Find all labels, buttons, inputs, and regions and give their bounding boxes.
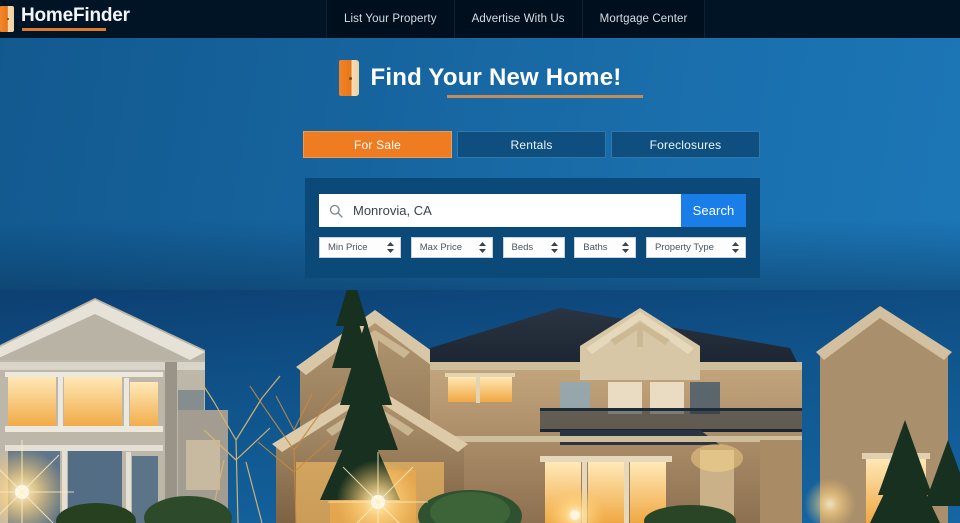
- min-price-label: Min Price: [328, 242, 368, 253]
- nav-item-mortgage-center[interactable]: Mortgage Center: [583, 0, 706, 38]
- baths-dropdown[interactable]: Baths: [574, 237, 637, 258]
- search-input[interactable]: [349, 194, 681, 227]
- logo-underline: [22, 28, 106, 31]
- filter-row: Min Price Max Price Beds Baths Property …: [319, 237, 746, 258]
- property-type-dropdown[interactable]: Property Type: [646, 237, 746, 258]
- page-root: HomeFinder List Your Property Advertise …: [0, 0, 960, 523]
- door-icon: [0, 6, 14, 32]
- logo-text-block: HomeFinder: [21, 6, 130, 32]
- beds-dropdown[interactable]: Beds: [502, 237, 565, 258]
- page-title: Find Your New Home!: [370, 64, 622, 91]
- chevron-updown-icon: [550, 242, 558, 253]
- tab-foreclosures[interactable]: Foreclosures: [611, 131, 760, 158]
- chevron-updown-icon: [387, 242, 394, 253]
- door-icon: [338, 60, 359, 96]
- property-type-label: Property Type: [655, 242, 714, 253]
- beds-label: Beds: [511, 242, 534, 253]
- chevron-updown-icon: [478, 242, 486, 253]
- max-price-dropdown[interactable]: Max Price: [410, 237, 493, 258]
- search-panel: Search Min Price Max Price Beds: [305, 178, 760, 278]
- hero-headline-row: Find Your New Home!: [0, 60, 960, 96]
- top-navigation-bar: HomeFinder List Your Property Advertise …: [0, 0, 960, 38]
- search-bar: Search: [319, 194, 746, 227]
- chevron-updown-icon: [732, 242, 739, 253]
- tab-for-sale[interactable]: For Sale: [303, 131, 452, 158]
- logo-text: HomeFinder: [21, 5, 130, 26]
- nav-item-advertise-with-us[interactable]: Advertise With Us: [455, 0, 583, 38]
- main-nav: List Your Property Advertise With Us Mor…: [326, 0, 706, 38]
- search-icon: [319, 194, 349, 227]
- max-price-label: Max Price: [419, 242, 462, 253]
- logo[interactable]: HomeFinder: [0, 0, 130, 38]
- search-type-tabs: For Sale Rentals Foreclosures: [303, 131, 760, 158]
- nav-item-list-your-property[interactable]: List Your Property: [326, 0, 455, 38]
- min-price-dropdown[interactable]: Min Price: [319, 237, 401, 258]
- tab-rentals[interactable]: Rentals: [457, 131, 606, 158]
- chevron-updown-icon: [622, 242, 630, 253]
- baths-label: Baths: [583, 242, 608, 253]
- houses-illustration: [0, 290, 960, 523]
- headline-underline: [447, 95, 643, 98]
- search-button[interactable]: Search: [681, 194, 746, 227]
- hero-photo: [0, 290, 960, 523]
